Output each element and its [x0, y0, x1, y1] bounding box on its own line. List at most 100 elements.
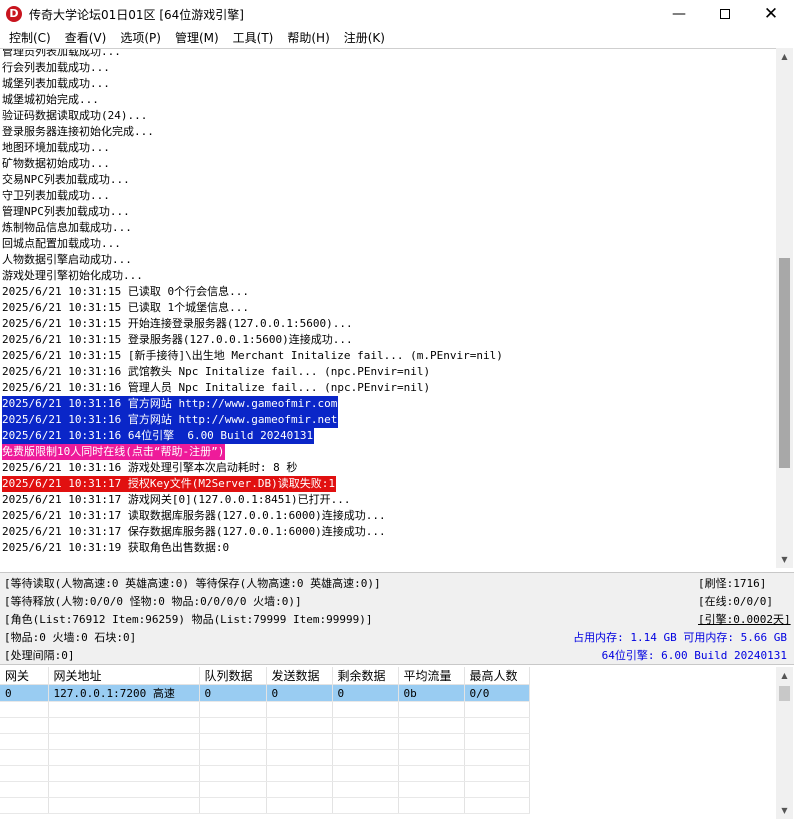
log-line: 回城点配置加载成功... — [2, 236, 504, 252]
table-row[interactable] — [0, 717, 530, 734]
log-line: 矿物数据初始成功... — [2, 156, 504, 172]
log-text: 2025/6/21 10:31:17 保存数据库服务器(127.0.0.1:60… — [2, 525, 386, 538]
chevron-up-icon[interactable]: ▲ — [776, 48, 793, 65]
table-cell — [398, 701, 465, 718]
column-header-max-users[interactable]: 最高人数 — [464, 667, 530, 685]
log-scrollbar[interactable]: ▲ ▼ — [776, 48, 793, 568]
table-row[interactable] — [0, 701, 530, 718]
log-line: 2025/6/21 10:31:15 登录服务器(127.0.0.1:5600)… — [2, 332, 504, 348]
log-line: 2025/6/21 10:31:15 [新手接待]\出生地 Merchant I… — [2, 348, 504, 364]
log-text: 交易NPC列表加载成功... — [2, 173, 130, 186]
table-cell: 127.0.0.1:7200 高速 — [48, 684, 200, 702]
table-cell: 0/0 — [464, 684, 530, 702]
log-text: 城堡列表加载成功... — [2, 77, 110, 90]
menu-tools[interactable]: 工具(T) — [226, 29, 281, 46]
table-row[interactable]: 0 127.0.0.1:7200 高速 0 0 0 0b 0/0 — [0, 684, 530, 702]
minimize-button[interactable]: — — [656, 0, 702, 28]
table-cell — [464, 781, 530, 798]
column-header-queue[interactable]: 队列数据 — [199, 667, 267, 685]
status-engine-time[interactable]: [引擎:0.0002天] — [698, 612, 791, 628]
log-text: 登录服务器连接初始化完成... — [2, 125, 154, 138]
table-header-row: 网关 网关地址 队列数据 发送数据 剩余数据 平均流量 最高人数 — [0, 667, 530, 685]
log-line: 2025/6/21 10:31:17 保存数据库服务器(127.0.0.1:60… — [2, 524, 504, 540]
table-cell — [398, 733, 465, 750]
log-line: 免费版限制10人同时在线(点击“帮助-注册”) — [2, 444, 504, 460]
table-cell — [266, 733, 333, 750]
menu-control[interactable]: 控制(C) — [2, 29, 58, 46]
column-header-sent[interactable]: 发送数据 — [266, 667, 333, 685]
table-row[interactable] — [0, 733, 530, 750]
log-text: 2025/6/21 10:31:15 [新手接待]\出生地 Merchant I… — [2, 349, 503, 362]
table-cell — [266, 701, 333, 718]
chevron-down-icon[interactable]: ▼ — [776, 802, 793, 819]
table-row[interactable] — [0, 781, 530, 798]
table-cell — [199, 701, 267, 718]
log-line: 地图环境加载成功... — [2, 140, 504, 156]
table-scroll-thumb[interactable] — [779, 686, 790, 701]
table-cell — [266, 765, 333, 782]
log-text: 2025/6/21 10:31:15 登录服务器(127.0.0.1:5600)… — [2, 333, 353, 346]
table-cell — [0, 765, 49, 782]
chevron-up-icon[interactable]: ▲ — [776, 667, 793, 684]
table-cell — [199, 797, 267, 814]
table-scrollbar[interactable]: ▲ ▼ — [776, 667, 793, 819]
log-line: 2025/6/21 10:31:17 授权Key文件(M2Server.DB)读… — [2, 476, 504, 492]
table-row[interactable] — [0, 797, 530, 814]
log-text: 2025/6/21 10:31:17 读取数据库服务器(127.0.0.1:60… — [2, 509, 386, 522]
log-line: 2025/6/21 10:31:15 已读取 0个行会信息... — [2, 284, 504, 300]
maximize-button[interactable] — [702, 0, 748, 28]
column-header-gateway[interactable]: 网关 — [0, 667, 49, 685]
table-cell — [332, 733, 399, 750]
app-logo-icon[interactable]: D — [6, 6, 22, 22]
table-cell — [199, 733, 267, 750]
menu-manage[interactable]: 管理(M) — [168, 29, 226, 46]
column-header-address[interactable]: 网关地址 — [48, 667, 200, 685]
log-line: 行会列表加载成功... — [2, 60, 504, 76]
table-cell — [266, 797, 333, 814]
log-line: 2025/6/21 10:31:16 64位引擎 6.00 Build 2024… — [2, 428, 504, 444]
table-cell — [464, 749, 530, 766]
log-line: 2025/6/21 10:31:16 管理人员 Npc Initalize fa… — [2, 380, 504, 396]
menu-help[interactable]: 帮助(H) — [280, 29, 336, 46]
table-cell: 0 — [266, 684, 333, 702]
menu-bar: 控制(C) 查看(V) 选项(P) 管理(M) 工具(T) 帮助(H) 注册(K… — [0, 28, 794, 47]
log-text: 2025/6/21 10:31:16 武馆教头 Npc Initalize fa… — [2, 365, 431, 378]
log-text: 2025/6/21 10:31:16 游戏处理引擎本次启动耗时: 8 秒 — [2, 461, 298, 474]
log-line: 管理员列表加载成功... — [2, 49, 504, 60]
log-text: 行会列表加载成功... — [2, 61, 110, 74]
log-line: 游戏处理引擎初始化成功... — [2, 268, 504, 284]
menu-view[interactable]: 查看(V) — [58, 29, 114, 46]
log-highlight: 2025/6/21 10:31:17 授权Key文件(M2Server.DB)读… — [2, 476, 337, 492]
status-roles: [角色(List:76912 Item:96259) 物品(List:79999… — [4, 613, 373, 626]
chevron-down-icon[interactable]: ▼ — [776, 551, 793, 568]
menu-options[interactable]: 选项(P) — [113, 29, 168, 46]
table-cell — [0, 797, 49, 814]
status-memory: 占用内存: 1.14 GB 可用内存: 5.66 GB — [573, 631, 787, 644]
table-cell — [266, 717, 333, 734]
table-cell — [48, 733, 200, 750]
status-interval: [处理间隔:0] — [4, 649, 75, 662]
table-cell — [332, 765, 399, 782]
column-header-remaining[interactable]: 剩余数据 — [332, 667, 399, 685]
log-panel[interactable]: 管理员列表加载成功... 行会列表加载成功... 城堡列表加载成功... 城堡城初始完… — [0, 48, 776, 568]
table-cell — [332, 717, 399, 734]
log-line: 2025/6/21 10:31:17 读取数据库服务器(127.0.0.1:60… — [2, 508, 504, 524]
log-line: 2025/6/21 10:31:19 获取角色出售数据:0 — [2, 540, 504, 556]
log-line: 2025/6/21 10:31:16 官方网站 http://www.gameo… — [2, 412, 504, 428]
log-text: 守卫列表加载成功... — [2, 189, 110, 202]
log-scroll-thumb[interactable] — [779, 258, 790, 469]
log-text: 2025/6/21 10:31:19 获取角色出售数据:0 — [2, 541, 230, 554]
log-text: 2025/6/21 10:31:17 游戏网关[0](127.0.0.1:845… — [2, 493, 351, 506]
log-line: 管理NPC列表加载成功... — [2, 204, 504, 220]
table-cell — [0, 733, 49, 750]
table-cell — [464, 765, 530, 782]
log-line: 2025/6/21 10:31:16 官方网站 http://www.gameo… — [2, 396, 504, 412]
table-row[interactable] — [0, 749, 530, 766]
log-text: 2025/6/21 10:31:16 管理人员 Npc Initalize fa… — [2, 381, 431, 394]
column-header-avg-traffic[interactable]: 平均流量 — [398, 667, 465, 685]
log-line: 炼制物品信息加载成功... — [2, 220, 504, 236]
table-cell — [48, 781, 200, 798]
close-button[interactable]: ✕ — [748, 0, 794, 28]
menu-register[interactable]: 注册(K) — [337, 29, 392, 46]
table-row[interactable] — [0, 765, 530, 782]
